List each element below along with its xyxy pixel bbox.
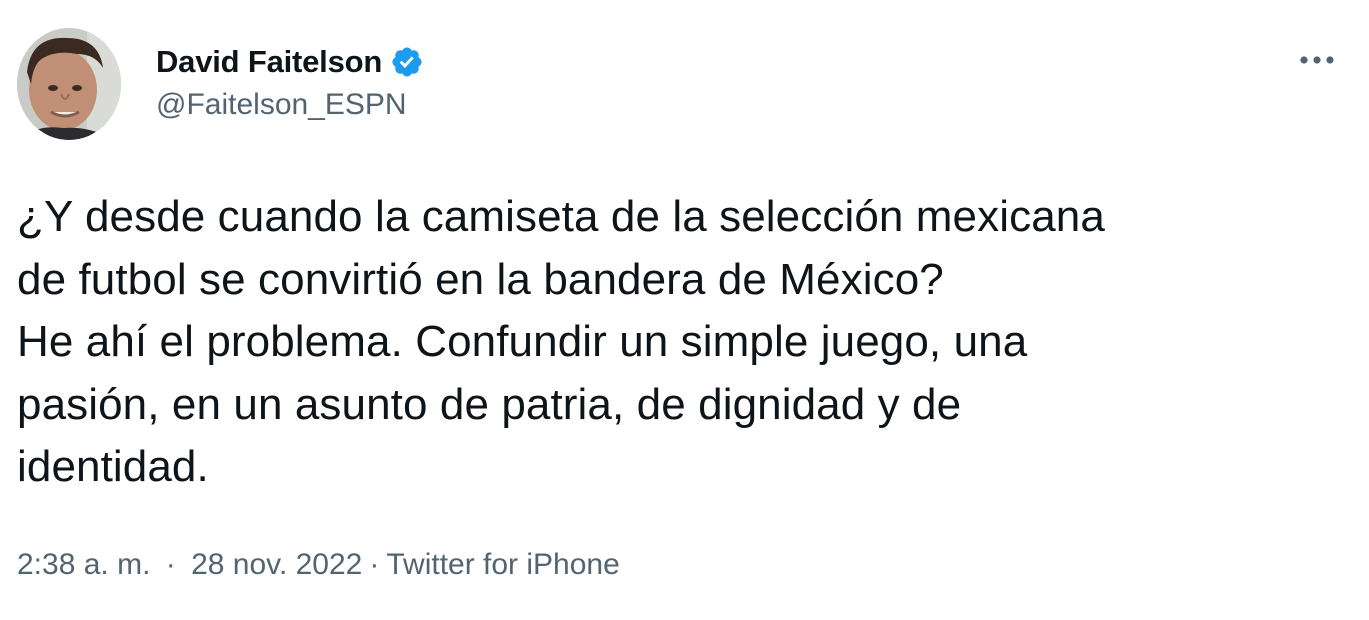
author-display-name[interactable]: David Faitelson <box>156 44 382 80</box>
verified-badge-icon <box>390 45 424 79</box>
author-handle[interactable]: @Faitelson_ESPN <box>156 88 424 122</box>
tweet-time: 2:38 a. m. <box>17 548 151 581</box>
tweet-card: David Faitelson @Faitelson_ESPN ¿Y desde… <box>0 0 1369 620</box>
tweet-timestamp[interactable]: 2:38 a. m. · 28 nov. 2022 <box>17 548 362 582</box>
author-header: David Faitelson @Faitelson_ESPN <box>156 40 424 122</box>
meta-separator: · <box>165 548 176 581</box>
tweet-source-link[interactable]: Twitter for iPhone <box>386 548 619 582</box>
more-horizontal-icon <box>1300 56 1334 64</box>
avatar-image <box>17 28 121 140</box>
tweet-date: 28 nov. 2022 <box>191 548 363 581</box>
tweet-metadata: 2:38 a. m. · 28 nov. 2022 · Twitter for … <box>17 548 620 582</box>
tweet-text: ¿Y desde cuando la camiseta de la selecc… <box>17 192 1105 491</box>
more-options-button[interactable] <box>1295 42 1339 78</box>
meta-separator: · <box>369 548 380 581</box>
name-row: David Faitelson <box>156 40 424 84</box>
author-avatar[interactable] <box>17 28 121 140</box>
